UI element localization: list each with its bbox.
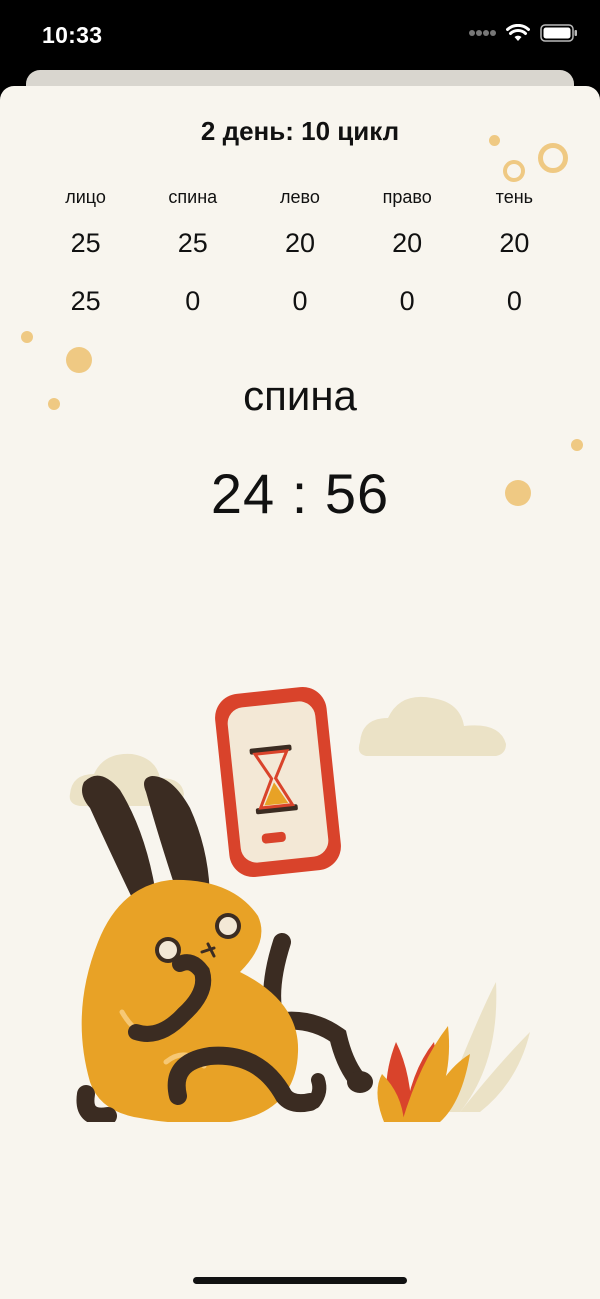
done-right: 0 bbox=[399, 286, 415, 316]
target-left: 20 bbox=[284, 228, 315, 258]
app-screen: 10:33 2 день: 10 цикл лицо спина лево пр… bbox=[0, 0, 600, 1299]
target-face: 25 bbox=[70, 228, 101, 258]
day-cycle-title: 2 день: 10 цикл bbox=[200, 116, 400, 146]
column-header-face: лицо bbox=[65, 187, 106, 207]
wifi-icon bbox=[506, 24, 530, 41]
signal-dots-icon bbox=[469, 30, 496, 36]
target-shadow: 20 bbox=[499, 228, 530, 258]
done-face: 25 bbox=[70, 286, 101, 316]
decor-dot bbox=[66, 347, 92, 373]
countdown-timer: 24 : 56 bbox=[210, 462, 390, 525]
battery-icon bbox=[540, 24, 577, 42]
column-header-back: спина bbox=[168, 187, 218, 207]
decor-ring-large bbox=[538, 143, 568, 173]
column-header-shadow: тень bbox=[495, 187, 534, 207]
status-time: 10:33 bbox=[42, 22, 103, 48]
table-row-targets: 25 25 20 20 20 bbox=[32, 214, 568, 272]
current-exercise-label: спина bbox=[243, 372, 357, 419]
decor-dot bbox=[571, 439, 583, 451]
decor-ring-small bbox=[503, 160, 525, 182]
target-back: 25 bbox=[177, 228, 208, 258]
rabbit-illustration bbox=[69, 687, 530, 1122]
target-right: 20 bbox=[392, 228, 423, 258]
table-header-row: лицо спина лево право тень bbox=[32, 184, 568, 214]
status-icons bbox=[468, 24, 578, 42]
cloud-right bbox=[358, 696, 506, 756]
done-shadow: 0 bbox=[506, 286, 522, 316]
status-bar: 10:33 bbox=[0, 0, 600, 70]
done-left: 0 bbox=[292, 286, 308, 316]
table-row-done: 25 0 0 0 0 bbox=[32, 272, 568, 330]
column-header-left: лево bbox=[280, 187, 320, 207]
workout-sheet: 2 день: 10 цикл лицо спина лево право те… bbox=[0, 86, 600, 1299]
exercise-table: лицо спина лево право тень 25 25 20 20 2… bbox=[32, 184, 568, 330]
done-back: 0 bbox=[185, 286, 201, 316]
decor-dot bbox=[21, 331, 33, 343]
column-header-right: право bbox=[382, 187, 432, 207]
home-indicator[interactable] bbox=[193, 1277, 407, 1284]
